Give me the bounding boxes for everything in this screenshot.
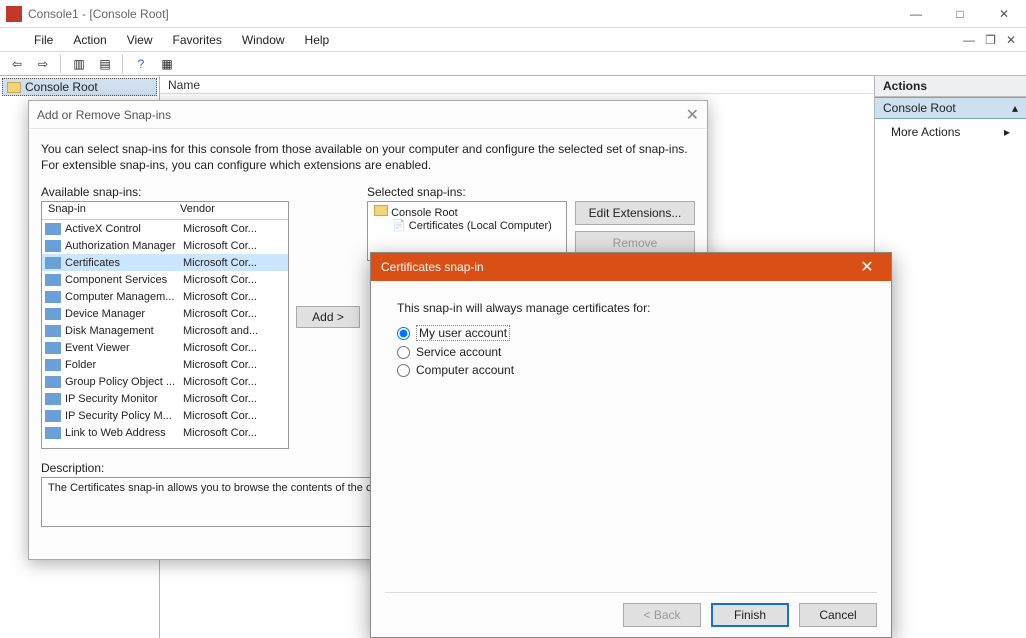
actions-selected[interactable]: Console Root ▴ xyxy=(875,97,1026,119)
folder-icon xyxy=(374,205,388,216)
snapin-icon xyxy=(45,240,61,252)
list-item[interactable]: Authorization ManagerMicrosoft Cor... xyxy=(42,237,288,254)
actions-selected-label: Console Root xyxy=(883,101,956,115)
wizard-title: Certificates snap-in xyxy=(381,260,484,274)
snapin-icon xyxy=(45,308,61,320)
list-item[interactable]: IP Security Policy M...Microsoft Cor... xyxy=(42,407,288,424)
maximize-button[interactable]: □ xyxy=(938,0,982,27)
snapin-icon xyxy=(45,376,61,388)
menu-help[interactable]: Help xyxy=(297,31,338,49)
radio-input[interactable] xyxy=(397,364,410,377)
list-item[interactable]: Event ViewerMicrosoft Cor... xyxy=(42,339,288,356)
close-icon[interactable]: ✕ xyxy=(853,257,881,277)
mdi-restore-button[interactable]: ❐ xyxy=(981,33,1000,47)
radio-my-user[interactable]: My user account xyxy=(397,325,865,341)
snapin-icon xyxy=(45,393,61,405)
separator xyxy=(122,54,124,74)
snapin-icon xyxy=(45,223,61,235)
radio-service[interactable]: Service account xyxy=(397,345,865,359)
snapin-icon xyxy=(45,410,61,422)
tree-root-label: Console Root xyxy=(25,80,98,94)
export-list-button[interactable]: ▤ xyxy=(94,54,116,74)
actions-more[interactable]: More Actions ▸ xyxy=(875,119,1026,145)
finish-button[interactable]: Finish xyxy=(711,603,789,627)
certificates-wizard: Certificates snap-in ✕ This snap-in will… xyxy=(370,252,892,638)
back-button[interactable]: ⇦ xyxy=(6,54,28,74)
wizard-prompt: This snap-in will always manage certific… xyxy=(397,301,865,315)
list-item[interactable]: FolderMicrosoft Cor... xyxy=(42,356,288,373)
separator xyxy=(60,54,62,74)
list-item[interactable]: CertificatesMicrosoft Cor... xyxy=(42,254,288,271)
radio-computer[interactable]: Computer account xyxy=(397,363,865,377)
folder-icon xyxy=(7,82,21,93)
add-button[interactable]: Add > xyxy=(296,306,360,328)
dialog-title: Add or Remove Snap-ins xyxy=(37,108,171,122)
app-icon xyxy=(6,6,22,22)
collapse-icon: ▴ xyxy=(1012,101,1018,115)
back-button: < Back xyxy=(623,603,701,627)
actions-header: Actions xyxy=(875,76,1026,97)
snapin-icon xyxy=(45,325,61,337)
menu-view[interactable]: View xyxy=(119,31,161,49)
window-title: Console1 - [Console Root] xyxy=(28,7,894,21)
cancel-button[interactable]: Cancel xyxy=(799,603,877,627)
list-item[interactable]: Disk ManagementMicrosoft and... xyxy=(42,322,288,339)
list-item[interactable]: Computer Managem...Microsoft Cor... xyxy=(42,288,288,305)
show-hide-tree-button[interactable]: ▥ xyxy=(68,54,90,74)
col-name[interactable]: Name xyxy=(168,78,200,92)
close-button[interactable]: ✕ xyxy=(982,0,1026,27)
minimize-button[interactable]: — xyxy=(894,0,938,27)
new-window-button[interactable]: ▦ xyxy=(156,54,178,74)
edit-extensions-button[interactable]: Edit Extensions... xyxy=(575,201,695,225)
selected-label: Selected snap-ins: xyxy=(367,185,695,201)
snapin-icon xyxy=(45,359,61,371)
list-item[interactable]: ActiveX ControlMicrosoft Cor... xyxy=(42,220,288,237)
forward-button[interactable]: ⇨ xyxy=(32,54,54,74)
snapin-icon xyxy=(45,274,61,286)
radio-input[interactable] xyxy=(397,346,410,359)
mdi-close-button[interactable]: ✕ xyxy=(1002,33,1020,47)
menu-favorites[interactable]: Favorites xyxy=(165,31,230,49)
snapin-icon xyxy=(45,342,61,354)
actions-more-label: More Actions xyxy=(891,125,960,139)
chevron-right-icon: ▸ xyxy=(1004,125,1010,139)
snapin-icon xyxy=(45,427,61,439)
col-vendor[interactable]: Vendor xyxy=(174,202,221,219)
list-item[interactable]: Link to Web AddressMicrosoft Cor... xyxy=(42,424,288,441)
menu-file[interactable]: File xyxy=(26,31,61,49)
actions-pane: Actions Console Root ▴ More Actions ▸ xyxy=(874,76,1026,638)
menu-window[interactable]: Window xyxy=(234,31,293,49)
close-icon[interactable]: ✕ xyxy=(686,105,699,125)
available-label: Available snap-ins: xyxy=(41,185,289,201)
available-listbox[interactable]: Snap-in Vendor ActiveX ControlMicrosoft … xyxy=(41,201,289,449)
snapin-icon xyxy=(45,291,61,303)
help-icon[interactable]: ? xyxy=(130,54,152,74)
col-snapin[interactable]: Snap-in xyxy=(42,202,174,219)
dialog-intro: You can select snap-ins for this console… xyxy=(41,137,695,185)
menu-action[interactable]: Action xyxy=(65,31,114,49)
list-item[interactable]: IP Security MonitorMicrosoft Cor... xyxy=(42,390,288,407)
list-item[interactable]: Group Policy Object ...Microsoft Cor... xyxy=(42,373,288,390)
mdi-minimize-button[interactable]: — xyxy=(959,33,979,47)
tree-root[interactable]: Console Root xyxy=(2,78,157,96)
list-item[interactable]: Device ManagerMicrosoft Cor... xyxy=(42,305,288,322)
snapin-icon xyxy=(45,257,61,269)
list-item[interactable]: Component ServicesMicrosoft Cor... xyxy=(42,271,288,288)
radio-input[interactable] xyxy=(397,327,410,340)
